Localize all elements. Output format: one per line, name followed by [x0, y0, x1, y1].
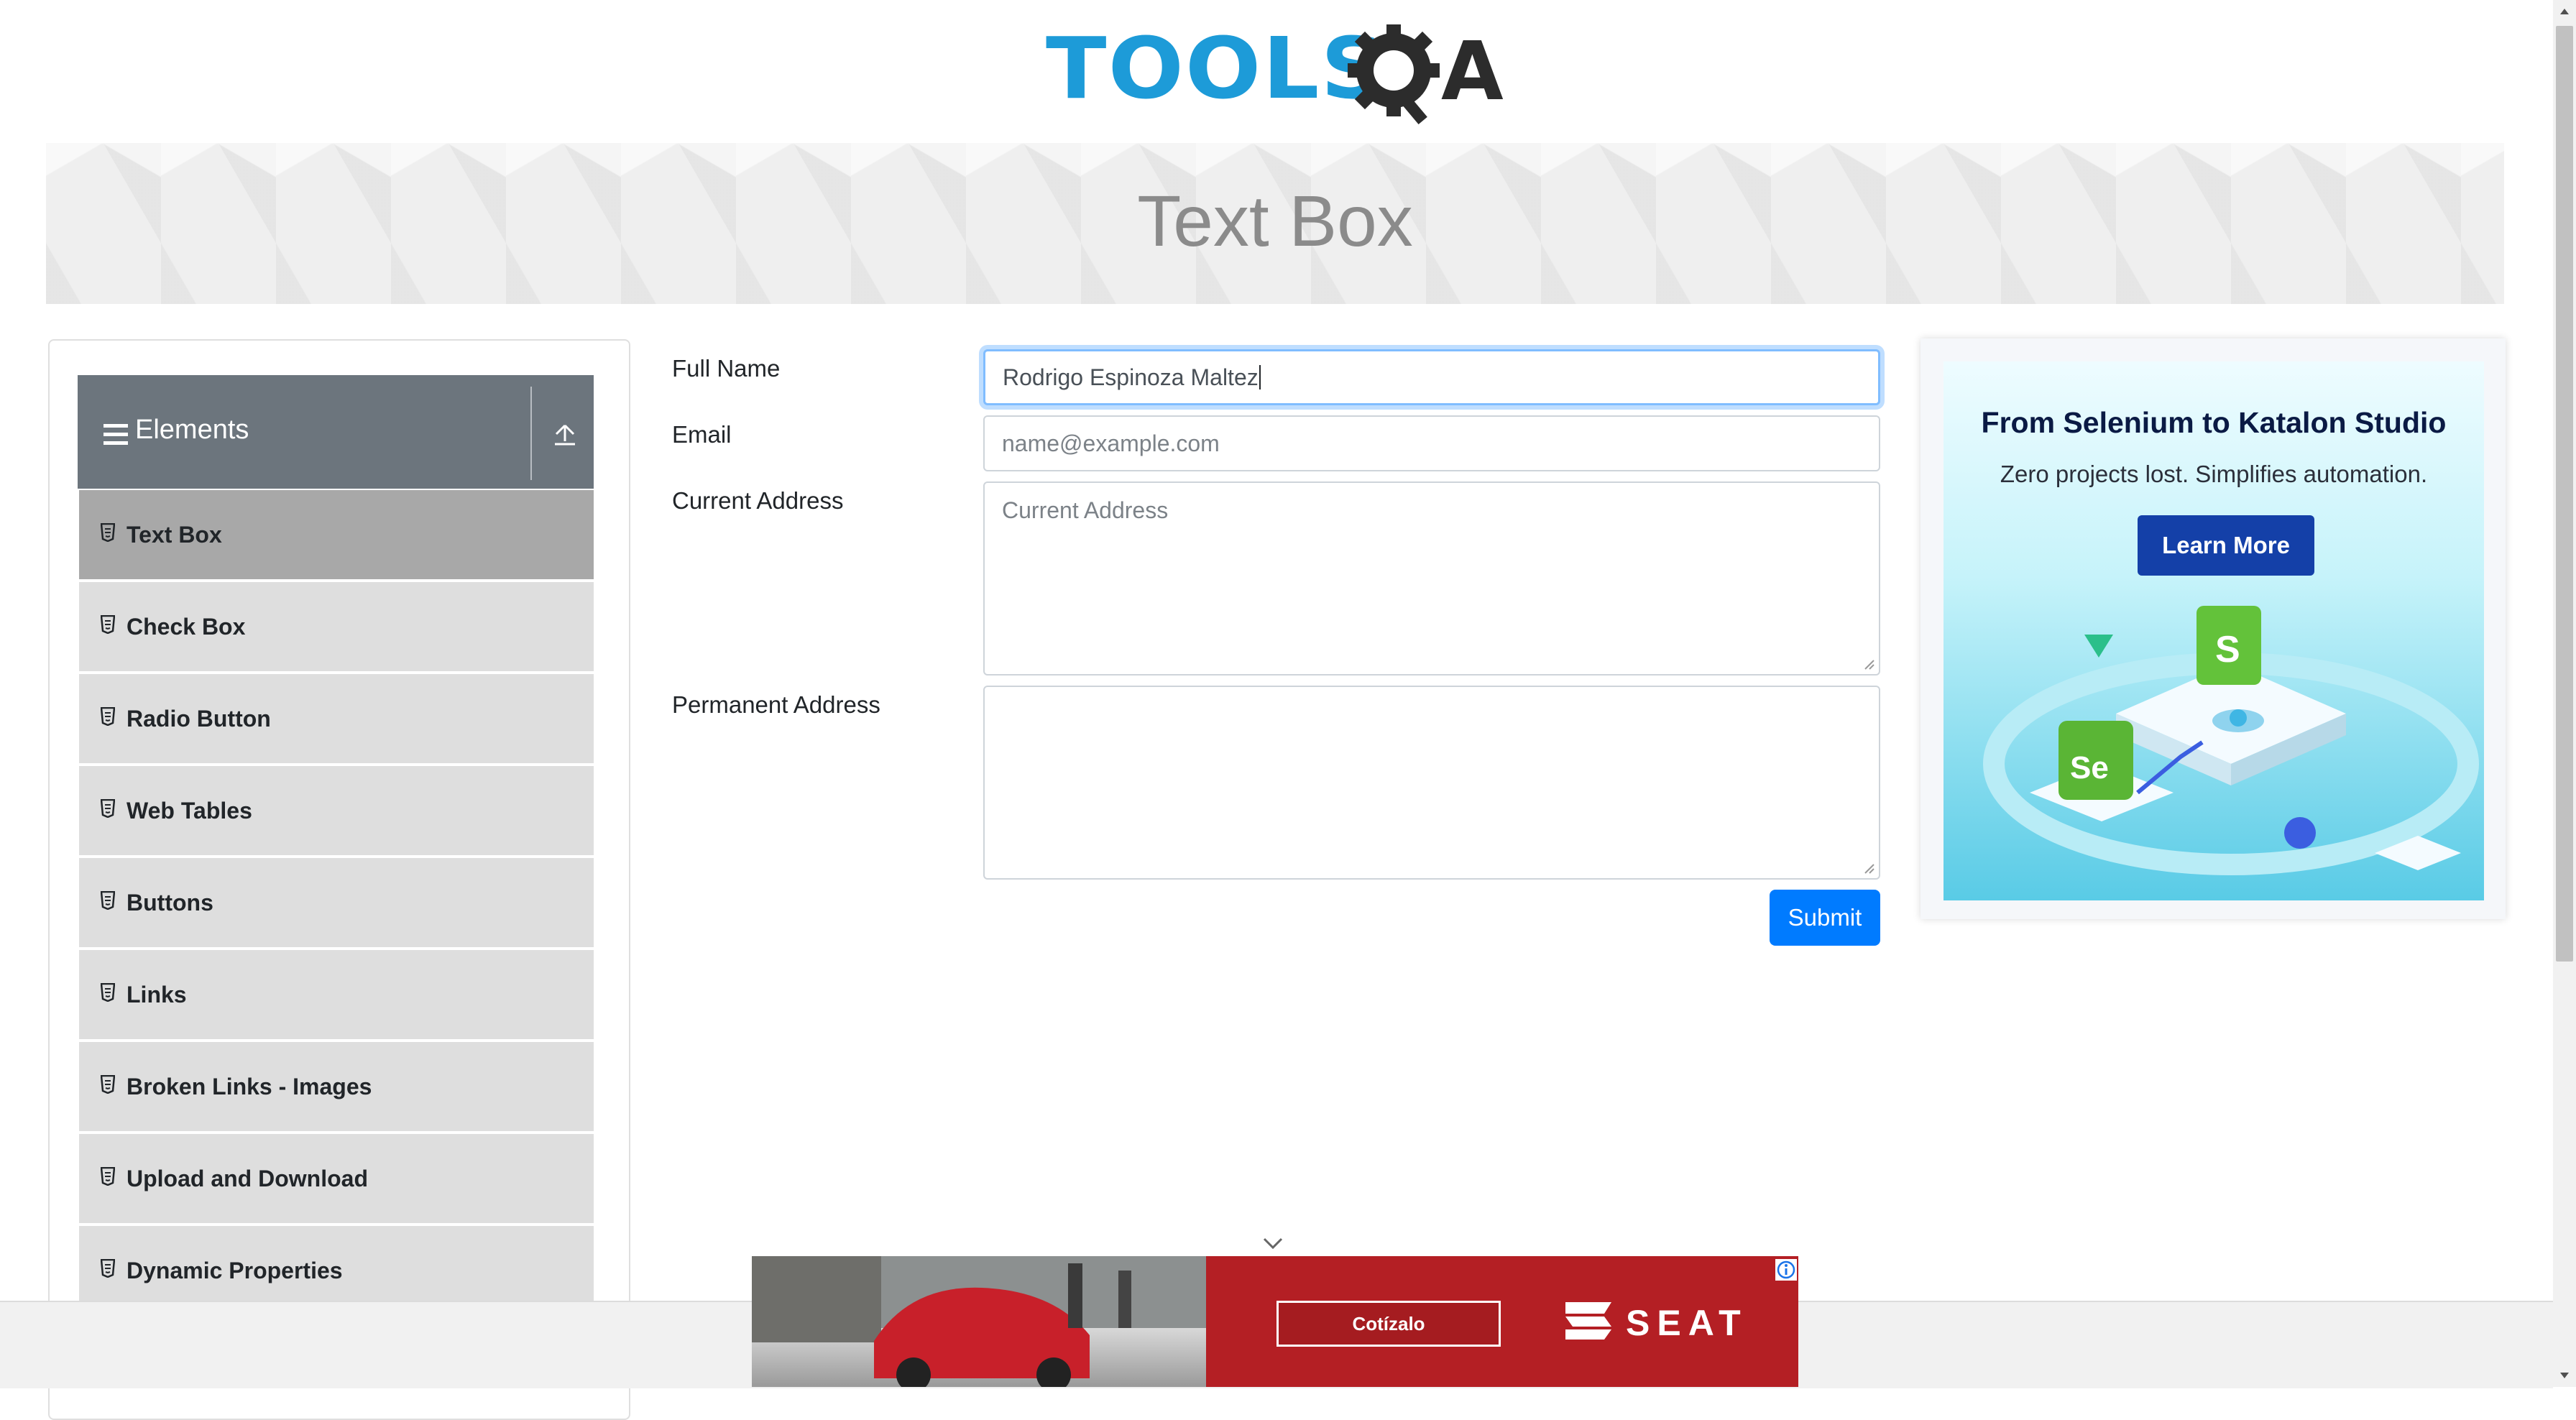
full-name-input[interactable]: Rodrigo Espinoza Maltez	[983, 349, 1880, 405]
html5-icon	[101, 983, 115, 1002]
scroll-up-icon[interactable]	[2553, 0, 2576, 23]
scroll-down-icon[interactable]	[2553, 1364, 2576, 1387]
scrollbar-thumb[interactable]	[2556, 26, 2573, 962]
ad-subtitle: Zero projects lost. Simplifies automatio…	[2000, 461, 2428, 487]
ad-car-photo	[752, 1256, 1206, 1392]
sidebar-item-broken-links[interactable]: Broken Links - Images	[79, 1042, 594, 1131]
seat-brand-text: SEAT	[1626, 1303, 1748, 1343]
html5-icon	[101, 799, 115, 818]
chevron-down-icon[interactable]	[1262, 1236, 1284, 1250]
email-label: Email	[672, 421, 732, 448]
learn-more-button[interactable]: Learn More	[2138, 515, 2314, 576]
permanent-address-textarea[interactable]	[983, 686, 1880, 880]
elements-group-header[interactable]: Elements	[78, 375, 594, 489]
sidebar-item-buttons[interactable]: Buttons	[79, 858, 594, 947]
sidebar-item-label: Radio Button	[126, 706, 271, 732]
sidebar-menu: Text Box Check Box Radio Button Web Tabl…	[79, 490, 594, 1318]
resize-grip-icon[interactable]	[1862, 861, 1874, 874]
full-name-label: Full Name	[672, 355, 781, 382]
gear-icon	[1348, 24, 1440, 125]
sidebar-item-radio-button[interactable]: Radio Button	[79, 674, 594, 763]
sidebar-item-label: Broken Links - Images	[126, 1074, 372, 1099]
sidebar-item-web-tables[interactable]: Web Tables	[79, 766, 594, 855]
html5-icon	[101, 1075, 115, 1094]
sidebar-item-label: Web Tables	[126, 798, 252, 824]
full-name-value: Rodrigo Espinoza Maltez	[1003, 364, 1259, 390]
current-address-label: Current Address	[672, 487, 844, 514]
current-address-textarea[interactable]: Current Address	[983, 481, 1880, 676]
page-banner: Text Box	[46, 143, 2504, 304]
elements-group-label: Elements	[135, 415, 249, 445]
permanent-address-label: Permanent Address	[672, 691, 880, 718]
html5-icon	[101, 1259, 115, 1278]
page-title: Text Box	[1137, 181, 1413, 262]
sidebar-item-upload-download[interactable]: Upload and Download	[79, 1134, 594, 1223]
email-input[interactable]: name@example.com	[983, 415, 1880, 471]
logo-text-a: A	[1441, 25, 1504, 119]
sidebar-item-label: Buttons	[126, 890, 213, 916]
seat-ad-banner[interactable]: Cotízalo SEAT	[752, 1256, 1798, 1392]
header-divider	[530, 387, 532, 480]
ad-info-icon[interactable]	[1775, 1259, 1797, 1281]
html5-icon	[101, 891, 115, 910]
resize-grip-icon[interactable]	[1862, 657, 1874, 670]
cotizalo-button[interactable]: Cotízalo	[1276, 1301, 1501, 1347]
sidebar-item-text-box[interactable]: Text Box	[79, 490, 594, 579]
sidebar-item-label: Upload and Download	[126, 1166, 368, 1191]
katalon-ad[interactable]: From Selenium to Katalon Studio Zero pro…	[1944, 361, 2484, 900]
text-cursor	[1259, 365, 1261, 389]
sidebar-item-label: Dynamic Properties	[126, 1258, 343, 1283]
current-address-placeholder: Current Address	[1002, 497, 1169, 523]
seat-logo: SEAT	[1561, 1295, 1762, 1345]
sidebar-item-label: Check Box	[126, 614, 246, 640]
submit-button[interactable]: Submit	[1770, 890, 1880, 946]
logo-text: TOOLS	[1046, 19, 1386, 118]
collapse-up-icon[interactable]	[552, 420, 578, 448]
toolsqa-logo[interactable]: TOOLS A	[1046, 22, 1513, 129]
ad-illustration: S Se	[1983, 606, 2479, 875]
svg-text:S: S	[2215, 629, 2240, 670]
sidebar-item-check-box[interactable]: Check Box	[79, 582, 594, 671]
svg-text:Se: Se	[2070, 750, 2109, 785]
sidebar-item-label: Links	[126, 982, 187, 1008]
ad-title: From Selenium to Katalon Studio	[1981, 406, 2447, 439]
html5-icon	[101, 707, 115, 726]
sidebar-item-links[interactable]: Links	[79, 950, 594, 1039]
sidebar-item-label: Text Box	[126, 522, 222, 548]
hamburger-icon	[104, 424, 128, 445]
html5-icon	[101, 523, 115, 542]
html5-icon	[101, 615, 115, 634]
html5-icon	[101, 1167, 115, 1186]
seat-logo-icon	[1565, 1302, 1611, 1340]
email-placeholder: name@example.com	[1002, 430, 1220, 456]
